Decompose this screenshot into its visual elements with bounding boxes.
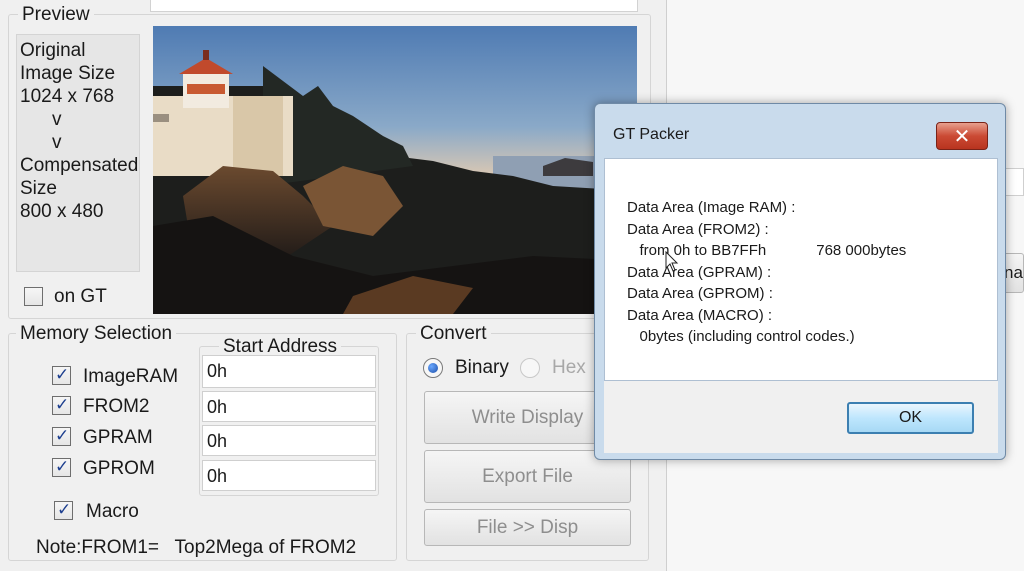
gpram-address-field[interactable]: 0h [202,425,376,456]
info-line: Original [20,40,86,61]
message-line: Data Area (MACRO) : [627,306,773,324]
top-field-strip [150,0,638,12]
from2-label: FROM2 [83,396,150,417]
info-line: Image Size [20,63,116,84]
gpram-label: GPRAM [83,427,153,448]
mouse-cursor-icon [665,251,679,272]
ok-button[interactable]: OK [847,402,974,434]
close-icon: ✕ [953,124,971,148]
dialog-message-area: Data Area (Image RAM) : Data Area (FROM2… [604,158,998,381]
gprom-checkbox[interactable] [52,457,71,477]
image-size-info-panel: Original Image Size 1024 x 768 v v Compe… [16,34,140,272]
file-to-disp-button[interactable]: File >> Disp [424,509,631,546]
info-line: 1024 x 768 [20,86,115,107]
from2-address-field[interactable]: 0h [202,391,376,422]
from2-checkbox[interactable] [52,395,71,415]
gprom-address-field[interactable]: 0h [202,460,376,491]
gpram-checkbox[interactable] [52,426,71,446]
info-line: 800 x 480 [20,201,104,222]
memory-note: Note:FROM1= Top2Mega of FROM2 [36,537,357,558]
right-panel-button-label: na [1004,263,1023,282]
binary-radio[interactable] [423,358,443,378]
binary-label: Binary [455,357,509,378]
dialog-title: GT Packer [613,126,690,143]
macro-label: Macro [86,501,139,522]
on-gt-label: on GT [54,286,107,307]
imageram-address-field[interactable]: 0h [202,355,376,388]
memory-selection-title: Memory Selection [16,323,177,345]
preview-image [153,26,637,314]
message-line: Data Area (FROM2) : [627,220,769,238]
imageram-checkbox[interactable] [52,365,71,385]
info-line: Compensated [20,155,139,176]
info-line: Size [20,178,57,199]
hex-label: Hex [552,357,586,378]
info-line: v [52,132,62,153]
macro-checkbox[interactable] [54,500,73,520]
message-line: Data Area (Image RAM) : [627,199,796,216]
gprom-label: GPROM [83,458,155,479]
convert-title: Convert [416,323,491,345]
imageram-label: ImageRAM [83,366,179,387]
lighthouse-photo [153,26,637,314]
info-line: v [52,109,62,130]
preview-group-title: Preview [18,4,94,26]
message-line: 0bytes (including control codes.) [627,328,855,345]
gt-packer-dialog: GT Packer ✕ Data Area (Image RAM) : Data… [594,103,1006,460]
close-button[interactable]: ✕ [936,122,988,150]
hex-radio[interactable] [520,358,540,378]
on-gt-checkbox[interactable] [24,287,43,306]
message-line: Data Area (GPROM) : [627,285,773,302]
